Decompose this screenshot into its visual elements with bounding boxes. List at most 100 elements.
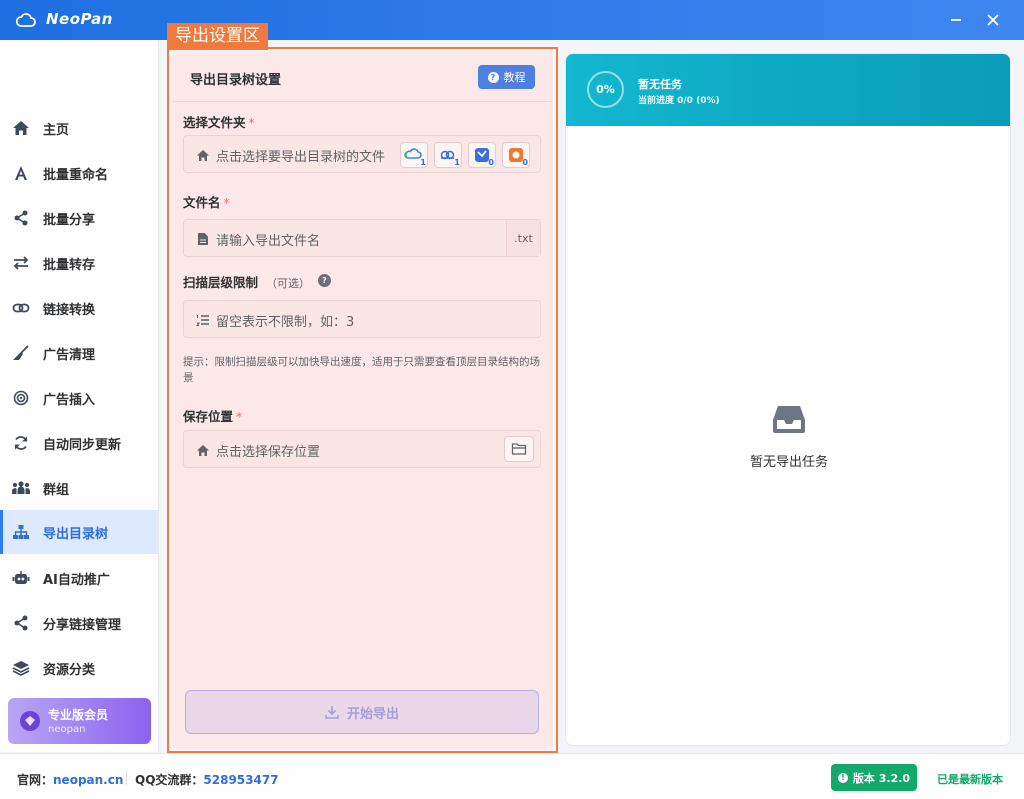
depth-hint: 提示：限制扫描层级可以加快导出速度，适用于只需要查看顶层目录结构的场景 bbox=[183, 356, 540, 384]
link-icon bbox=[11, 298, 31, 318]
export-settings-panel: 导出目录树设置 ? 教程 选择文件夹 * 点击选择要导出目录树的文件 1 1 0 … bbox=[172, 52, 553, 749]
download-icon bbox=[325, 706, 339, 719]
sidebar-item-label: AI自动推广 bbox=[43, 572, 110, 588]
app-name: NeoPan bbox=[46, 10, 113, 28]
task-panel: 0% 暂无任务 当前进度 0/0 (0%) 暂无导出任务 bbox=[565, 53, 1011, 746]
cloud-drive-c-button[interactable]: 0 bbox=[468, 142, 496, 168]
save-location-field[interactable]: 点击选择保存位置 bbox=[183, 430, 541, 468]
crown-icon bbox=[20, 711, 40, 731]
close-icon[interactable] bbox=[983, 10, 1003, 30]
tutorial-label: 教程 bbox=[503, 71, 526, 84]
filename-label-text: 文件名 bbox=[183, 195, 221, 210]
task-header: 0% 暂无任务 当前进度 0/0 (0%) bbox=[566, 54, 1010, 126]
cloud-drive-d-button[interactable]: 0 bbox=[502, 142, 530, 168]
sidebar-item-label: 批量分享 bbox=[43, 212, 96, 228]
filename-input[interactable]: 请输入导出文件名 .txt bbox=[183, 219, 541, 257]
start-export-button[interactable]: 开始导出 bbox=[185, 690, 539, 734]
annotation-label: 导出设置区 bbox=[167, 23, 268, 50]
transfer-icon bbox=[11, 253, 31, 273]
depth-placeholder: 留空表示不限制，如：3 bbox=[216, 315, 355, 330]
website-link[interactable]: neopan.cn bbox=[53, 773, 123, 787]
sidebar-item-export-tree[interactable]: 导出目录树 bbox=[0, 510, 158, 554]
website-label: 官网：neopan.cn bbox=[17, 771, 123, 788]
save-placeholder: 点击选择保存位置 bbox=[216, 445, 321, 460]
filename-placeholder: 请输入导出文件名 bbox=[216, 234, 321, 249]
folder-label-text: 选择文件夹 bbox=[183, 115, 246, 130]
app-logo-icon bbox=[16, 13, 36, 27]
task-progress-text: 当前进度 0/0 (0%) bbox=[638, 96, 720, 106]
filename-label: 文件名 * bbox=[183, 192, 230, 211]
group-icon bbox=[11, 478, 31, 498]
sidebar-item-label: 批量重命名 bbox=[43, 167, 109, 183]
sync-icon bbox=[11, 433, 31, 453]
question-icon: ? bbox=[487, 71, 499, 83]
folder-label: 选择文件夹 * bbox=[183, 112, 255, 131]
home-icon bbox=[195, 442, 211, 458]
font-icon bbox=[11, 163, 31, 183]
target-icon bbox=[11, 388, 31, 408]
sidebar-item-auto-sync[interactable]: 自动同步更新 bbox=[0, 421, 158, 465]
status-footer: 官网：neopan.cn QQ交流群：528953477 ! 版本 3.2.0 … bbox=[0, 753, 1024, 799]
pro-member-username: neopan bbox=[48, 724, 86, 735]
minimize-icon[interactable] bbox=[946, 10, 966, 30]
sidebar-item-link-convert[interactable]: 链接转换 bbox=[0, 286, 158, 330]
cloud-badge: 1 bbox=[454, 158, 460, 167]
sidebar-item-resource-category[interactable]: 资源分类 bbox=[0, 646, 158, 690]
save-label-text: 保存位置 bbox=[183, 409, 234, 424]
cloud-drive-b-button[interactable]: 1 bbox=[434, 142, 462, 168]
sidebar-item-label: 主页 bbox=[43, 122, 70, 138]
version-text: 版本 3.2.0 bbox=[852, 771, 911, 785]
sidebar-item-home[interactable]: 主页 bbox=[0, 106, 158, 150]
cloud-drive-a-button[interactable]: 1 bbox=[400, 142, 428, 168]
folder-open-icon bbox=[511, 443, 527, 455]
tutorial-button[interactable]: ? 教程 bbox=[478, 65, 535, 89]
sidebar-item-share-manage[interactable]: 分享链接管理 bbox=[0, 601, 158, 645]
sidebar-item-label: 广告清理 bbox=[43, 347, 96, 363]
sidebar-item-share[interactable]: 批量分享 bbox=[0, 196, 158, 240]
sidebar-item-label: 自动同步更新 bbox=[43, 437, 122, 453]
task-status-title: 暂无任务 bbox=[638, 78, 682, 91]
sidebar-item-ad-insert[interactable]: 广告插入 bbox=[0, 376, 158, 420]
depth-input[interactable]: 留空表示不限制，如：3 bbox=[183, 300, 541, 338]
optional-mark: （可选） bbox=[266, 277, 311, 290]
panel-header: 导出目录树设置 ? 教程 bbox=[172, 52, 553, 102]
file-icon bbox=[195, 231, 211, 247]
sidebar-item-label: 群组 bbox=[43, 482, 70, 498]
required-mark: * bbox=[223, 195, 230, 210]
sidebar-item-label: 批量转存 bbox=[43, 257, 96, 273]
sidebar-item-ad-clean[interactable]: 广告清理 bbox=[0, 331, 158, 375]
pro-member-card[interactable]: 专业版会员 neopan bbox=[8, 698, 151, 744]
version-badge[interactable]: ! 版本 3.2.0 bbox=[831, 764, 917, 791]
required-mark: * bbox=[248, 115, 255, 130]
filename-suffix: .txt bbox=[506, 220, 540, 256]
panel-title: 导出目录树设置 bbox=[190, 73, 282, 88]
empty-tasks-text: 暂无导出任务 bbox=[749, 455, 828, 470]
sidebar-item-rename[interactable]: 批量重命名 bbox=[0, 151, 158, 195]
browse-folder-button[interactable] bbox=[504, 436, 534, 462]
depth-label-text: 扫描层级限制 bbox=[183, 275, 259, 290]
sidebar-item-label: 链接转换 bbox=[43, 302, 96, 318]
start-export-label: 开始导出 bbox=[346, 706, 399, 722]
broom-icon bbox=[11, 343, 31, 363]
home-icon bbox=[195, 147, 211, 163]
sidebar-item-label: 导出目录树 bbox=[43, 526, 109, 542]
sidebar-item-group[interactable]: 群组 bbox=[0, 466, 158, 510]
save-label: 保存位置 * bbox=[183, 406, 242, 425]
sidebar-item-label: 资源分类 bbox=[43, 662, 96, 678]
list-ol-icon bbox=[195, 312, 211, 328]
sidebar: 主页 批量重命名 批量分享 批量转存 链接转换 广告清理 广告插入 自动同步更新… bbox=[0, 40, 159, 752]
sidebar-item-ai-promo[interactable]: AI自动推广 bbox=[0, 556, 158, 600]
footer-divider bbox=[126, 771, 127, 785]
robot-icon bbox=[11, 568, 31, 588]
sidebar-item-transfer[interactable]: 批量转存 bbox=[0, 241, 158, 285]
qq-group-link[interactable]: 528953477 bbox=[203, 773, 278, 787]
qq-group-label-text: QQ交流群： bbox=[135, 773, 204, 787]
share-icon bbox=[11, 613, 31, 633]
info-icon: ! bbox=[837, 772, 848, 783]
help-icon[interactable]: ? bbox=[318, 274, 331, 287]
sidebar-item-label: 广告插入 bbox=[43, 392, 96, 408]
folder-select-field[interactable]: 点击选择要导出目录树的文件 1 1 0 0 bbox=[183, 135, 541, 173]
home-icon bbox=[11, 118, 31, 138]
progress-ring: 0% bbox=[587, 71, 624, 108]
qq-group-label: QQ交流群：528953477 bbox=[135, 771, 279, 788]
